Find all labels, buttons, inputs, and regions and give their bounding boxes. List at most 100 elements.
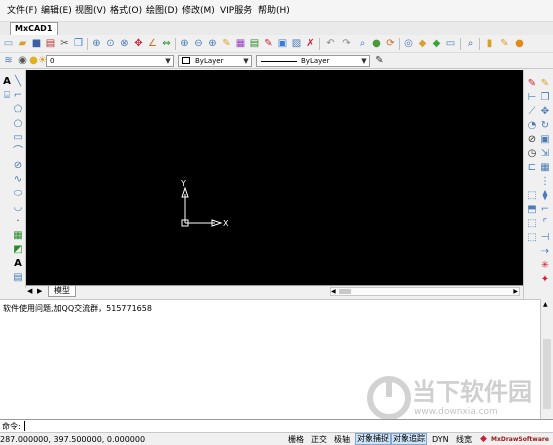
layer-combo[interactable]: 0 ▼: [46, 55, 174, 67]
zoom-window-icon[interactable]: ⊕: [91, 38, 102, 49]
erase-tool-icon[interactable]: ✎: [526, 78, 538, 90]
command-line[interactable]: 命令:: [0, 419, 553, 432]
offset-icon[interactable]: ⋮: [539, 176, 551, 188]
vertical-scrollbar[interactable]: ▲: [540, 299, 553, 419]
camera-icon[interactable]: ◎: [403, 38, 414, 49]
block-icon[interactable]: ▣: [277, 38, 288, 49]
horizontal-scrollbar[interactable]: ◀ ▶: [330, 287, 520, 296]
menu-draw[interactable]: 绘图(D): [146, 5, 178, 17]
menu-vip[interactable]: VIP服务: [220, 5, 252, 17]
leader-icon[interactable]: ⬚: [526, 190, 538, 202]
open-folder-icon[interactable]: ▰: [17, 38, 28, 49]
toggle-otrack[interactable]: 对象追踪: [391, 433, 427, 445]
menu-file[interactable]: 文件(F): [7, 5, 37, 17]
search-drawing-icon[interactable]: ⌕: [465, 38, 476, 49]
help-icon[interactable]: ●: [514, 38, 525, 49]
mirror-icon[interactable]: ⧫: [539, 190, 551, 202]
tab-model[interactable]: 模型: [48, 286, 76, 297]
dim-linear-icon[interactable]: ⊢: [526, 92, 538, 104]
move-icon[interactable]: ✥: [539, 106, 551, 118]
menu-view[interactable]: 视图(V): [75, 5, 106, 17]
vip-icon[interactable]: ▮: [484, 38, 495, 49]
tab-next-icon[interactable]: ▶: [37, 287, 42, 295]
search-icon[interactable]: ⌕: [357, 38, 368, 49]
menu-edit[interactable]: 编辑(E): [41, 5, 72, 17]
dim-aligned-icon[interactable]: ⟋: [526, 106, 538, 118]
menu-modify[interactable]: 修改(M): [182, 5, 215, 17]
magnify-icon[interactable]: ⊕: [179, 38, 190, 49]
text-icon[interactable]: A: [12, 258, 24, 270]
edit-icon[interactable]: ✎: [499, 38, 510, 49]
green-tool-icon[interactable]: ◆: [431, 38, 442, 49]
print-icon[interactable]: ▤: [45, 38, 56, 49]
toggle-dyn[interactable]: DYN: [432, 434, 449, 445]
extend-icon[interactable]: ⇢: [539, 246, 551, 258]
toggle-grid[interactable]: 栅格: [288, 434, 304, 445]
scroll-left-icon[interactable]: ◀: [331, 288, 336, 295]
ellipse-arc-icon[interactable]: ◡: [12, 202, 24, 214]
scroll-thumb[interactable]: [339, 289, 351, 294]
arc-icon[interactable]: ⌒: [12, 146, 24, 158]
save-icon[interactable]: ■: [31, 38, 42, 49]
zoom-extents-icon[interactable]: ⊗: [119, 38, 130, 49]
erase-icon[interactable]: ✗: [305, 38, 316, 49]
toggle-ortho[interactable]: 正交: [311, 434, 327, 445]
angle-icon[interactable]: ∠: [147, 38, 158, 49]
chamfer-icon[interactable]: ⌜: [539, 218, 551, 230]
stretch-icon[interactable]: ⇲: [539, 148, 551, 160]
circle-icon[interactable]: ⊘: [12, 160, 24, 172]
ellipse-icon[interactable]: ⬭: [12, 188, 24, 200]
point-icon[interactable]: ·: [12, 216, 24, 228]
rectangle-icon[interactable]: ▭: [12, 132, 24, 144]
explode-icon[interactable]: ✳: [539, 260, 551, 272]
new-file-icon[interactable]: ▭: [3, 38, 14, 49]
pencil-icon[interactable]: ✎: [221, 38, 232, 49]
break-icon[interactable]: ✦: [539, 274, 551, 286]
zoom-out-icon[interactable]: ⊖: [193, 38, 204, 49]
screenshot-icon[interactable]: ▭: [445, 38, 456, 49]
dim-edit-icon[interactable]: ⬚: [526, 232, 538, 244]
toggle-polar[interactable]: 极轴: [334, 434, 350, 445]
tolerance-icon[interactable]: ⬒: [526, 204, 538, 216]
document-tab[interactable]: MxCAD1: [10, 22, 58, 36]
match-properties-icon[interactable]: ✎: [263, 38, 274, 49]
zoom-in-icon[interactable]: ⊕: [207, 38, 218, 49]
cut-icon[interactable]: ✂: [59, 38, 70, 49]
copy-tool-icon[interactable]: ❐: [539, 92, 551, 104]
center-mark-icon[interactable]: ⬚: [526, 218, 538, 230]
render-icon[interactable]: ●: [371, 38, 382, 49]
layer-manager-icon[interactable]: ≋: [3, 55, 14, 66]
pan-icon[interactable]: ✥: [133, 38, 144, 49]
layer-visibility-icon[interactable]: ◉: [17, 55, 28, 66]
line-icon[interactable]: ╲: [12, 76, 24, 88]
layer-icon[interactable]: ▦: [235, 38, 246, 49]
scroll-right-icon[interactable]: ▶: [513, 288, 518, 295]
rotate-icon[interactable]: ○: [12, 118, 24, 130]
array-icon[interactable]: ▦: [539, 162, 551, 174]
hatch-icon[interactable]: ▦: [12, 230, 24, 242]
scroll-up-icon[interactable]: ▲: [543, 301, 548, 308]
zoom-realtime-icon[interactable]: ⊙: [105, 38, 116, 49]
match-linetype-icon[interactable]: ✎: [374, 55, 385, 66]
region-icon[interactable]: ◩: [12, 244, 24, 256]
dim-ordinate-icon[interactable]: ⊏: [526, 162, 538, 174]
menu-format[interactable]: 格式(O): [110, 5, 142, 17]
distance-icon[interactable]: ⇔: [161, 38, 172, 49]
toggle-lineweight[interactable]: 线宽: [456, 434, 472, 445]
edit-tool-icon[interactable]: ✎: [539, 78, 551, 90]
properties-icon[interactable]: ▤: [249, 38, 260, 49]
tab-prev-icon[interactable]: ◀: [27, 287, 32, 295]
table-icon[interactable]: ▤: [12, 272, 24, 284]
menu-help[interactable]: 帮助(H): [258, 5, 290, 17]
color-combo[interactable]: ByLayer ▼: [178, 55, 252, 67]
scale-icon[interactable]: ▣: [539, 134, 551, 146]
linetype-combo[interactable]: ByLayer ▼: [256, 55, 370, 67]
image-icon[interactable]: ▨: [291, 38, 302, 49]
toggle-osnap[interactable]: 对象捕捉: [355, 433, 391, 445]
polygon-icon[interactable]: ⬠: [12, 104, 24, 116]
dim-angular-icon[interactable]: ◔: [526, 120, 538, 132]
dim-diameter-icon[interactable]: ⊘: [526, 134, 538, 146]
spline-icon[interactable]: ∿: [12, 174, 24, 186]
copy-icon[interactable]: ❐: [73, 38, 84, 49]
scroll-thumb[interactable]: [543, 339, 551, 409]
